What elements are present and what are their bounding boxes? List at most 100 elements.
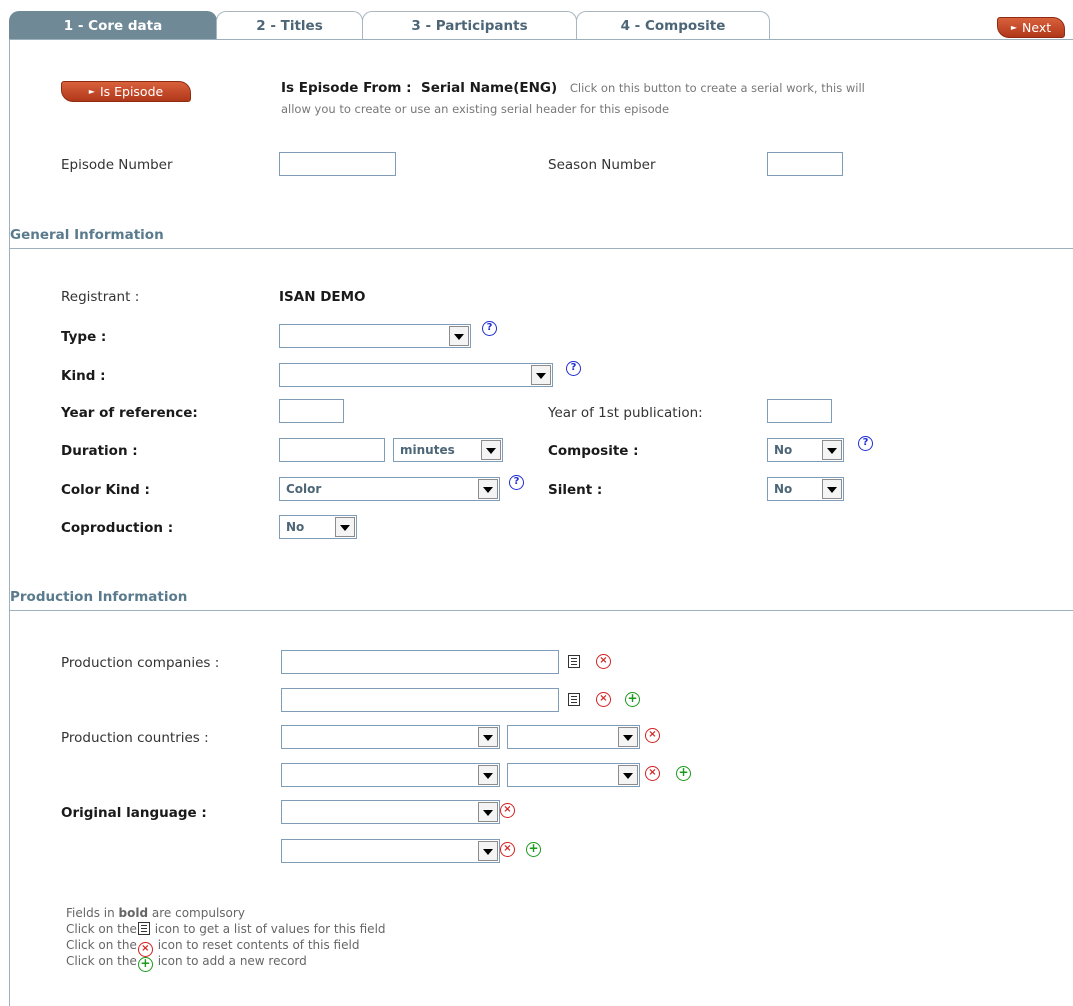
- tab-composite[interactable]: 4 - Composite: [576, 11, 770, 39]
- composite-select-value: No: [774, 443, 793, 457]
- production-company-input[interactable]: [281, 650, 559, 674]
- production-countries-label: Production countries :: [61, 730, 209, 746]
- episode-from: Is Episode From : Serial Name(ENG) Click…: [281, 80, 865, 96]
- chevron-down-icon: [478, 841, 498, 861]
- legend-text: icon to reset contents of this field: [153, 938, 360, 952]
- reset-icon[interactable]: ×: [500, 842, 515, 857]
- general-information-title: General Information: [10, 227, 164, 243]
- reset-icon[interactable]: ×: [645, 766, 660, 781]
- add-icon[interactable]: +: [526, 842, 541, 857]
- duration-unit-select[interactable]: minutes: [393, 438, 503, 462]
- chevron-down-icon: [335, 517, 355, 537]
- chevron-down-icon: [822, 440, 842, 460]
- tab-core-data[interactable]: 1 - Core data: [9, 11, 217, 40]
- chevron-down-icon: [478, 765, 498, 785]
- legend-list-values: Click on the icon to get a list of value…: [66, 922, 386, 936]
- original-language-label: Original language :: [61, 805, 207, 821]
- year-of-1st-publication-label: Year of 1st publication:: [548, 405, 703, 421]
- chevron-down-icon: [618, 765, 638, 785]
- color-kind-select[interactable]: Color: [279, 477, 500, 501]
- reset-icon[interactable]: ×: [645, 728, 660, 743]
- duration-input[interactable]: [279, 438, 385, 462]
- season-number-input[interactable]: [767, 152, 843, 176]
- registrant-value: ISAN DEMO: [279, 289, 366, 305]
- section-divider: [9, 248, 1073, 249]
- is-episode-button[interactable]: ► Is Episode: [61, 81, 191, 102]
- legend-text: Click on the: [66, 922, 137, 936]
- year-of-1st-publication-input[interactable]: [767, 399, 832, 423]
- legend-compulsory: Fields in bold are compulsory: [66, 906, 245, 920]
- play-icon: ►: [88, 87, 95, 96]
- coproduction-select-value: No: [286, 520, 305, 534]
- legend-text: icon to add a new record: [153, 954, 307, 968]
- composite-select[interactable]: No: [767, 438, 844, 462]
- color-kind-select-value: Color: [286, 482, 322, 496]
- add-icon[interactable]: +: [625, 692, 640, 707]
- production-company-input[interactable]: [281, 688, 559, 712]
- legend-text: are compulsory: [148, 906, 245, 920]
- registrant-label: Registrant :: [61, 289, 140, 305]
- chevron-down-icon: [478, 802, 498, 822]
- play-icon: ►: [1010, 23, 1018, 32]
- production-country-select[interactable]: [281, 763, 500, 787]
- reset-icon[interactable]: ×: [500, 803, 515, 818]
- year-of-reference-label: Year of reference:: [61, 405, 198, 421]
- chevron-down-icon: [822, 479, 842, 499]
- reset-icon[interactable]: ×: [596, 654, 611, 669]
- episode-hint-2: allow you to create or use an existing s…: [281, 102, 670, 116]
- list-values-icon: [137, 922, 150, 935]
- legend-add: Click on the + icon to add a new record: [66, 954, 307, 972]
- list-values-icon[interactable]: [568, 693, 580, 706]
- production-country-sub-select[interactable]: [507, 763, 640, 787]
- legend-text: Click on the: [66, 938, 137, 952]
- episode-from-label: Is Episode From :: [281, 80, 412, 96]
- help-icon[interactable]: ?: [858, 436, 873, 451]
- coproduction-label: Coproduction :: [61, 520, 174, 536]
- next-button-label: Next: [1022, 20, 1052, 35]
- chevron-down-icon: [481, 440, 501, 460]
- type-select[interactable]: [279, 324, 471, 348]
- tab-participants[interactable]: 3 - Participants: [362, 11, 577, 39]
- episode-number-input[interactable]: [279, 152, 396, 176]
- tab-titles[interactable]: 2 - Titles: [216, 11, 363, 39]
- legend-text: Click on the: [66, 954, 137, 968]
- kind-select[interactable]: [279, 363, 553, 387]
- production-country-sub-select[interactable]: [507, 725, 640, 749]
- help-icon[interactable]: ?: [566, 361, 581, 376]
- help-icon[interactable]: ?: [482, 321, 497, 336]
- chevron-down-icon: [531, 365, 551, 385]
- chevron-down-icon: [618, 727, 638, 747]
- add-icon: +: [137, 957, 153, 972]
- coproduction-select[interactable]: No: [279, 515, 357, 539]
- season-number-label: Season Number: [548, 157, 656, 173]
- original-language-select[interactable]: [281, 800, 500, 824]
- production-information-title: Production Information: [10, 589, 188, 605]
- type-label: Type :: [61, 329, 107, 345]
- episode-hint: Click on this button to create a serial …: [569, 81, 865, 95]
- original-language-select[interactable]: [281, 839, 500, 863]
- list-values-icon[interactable]: [568, 655, 580, 668]
- color-kind-label: Color Kind :: [61, 482, 150, 498]
- chevron-down-icon: [449, 326, 469, 346]
- is-episode-button-label: Is Episode: [99, 84, 164, 99]
- chevron-down-icon: [478, 479, 498, 499]
- legend-text: icon to get a list of values for this fi…: [150, 922, 386, 936]
- chevron-down-icon: [478, 727, 498, 747]
- year-of-reference-input[interactable]: [279, 399, 344, 423]
- duration-label: Duration :: [61, 443, 138, 459]
- production-country-select[interactable]: [281, 725, 500, 749]
- kind-label: Kind :: [61, 368, 106, 384]
- legend-bold-word: bold: [118, 906, 149, 920]
- production-companies-label: Production companies :: [61, 655, 220, 671]
- silent-select-value: No: [774, 482, 793, 496]
- silent-select[interactable]: No: [767, 477, 844, 501]
- add-icon[interactable]: +: [676, 766, 691, 781]
- composite-label: Composite :: [548, 443, 639, 459]
- help-icon[interactable]: ?: [509, 475, 524, 490]
- reset-icon[interactable]: ×: [596, 692, 611, 707]
- legend-text: Fields in: [66, 906, 119, 920]
- next-button[interactable]: ► Next: [997, 17, 1065, 38]
- serial-name: Serial Name(ENG): [420, 80, 558, 96]
- episode-number-label: Episode Number: [61, 157, 173, 173]
- silent-label: Silent :: [548, 482, 603, 498]
